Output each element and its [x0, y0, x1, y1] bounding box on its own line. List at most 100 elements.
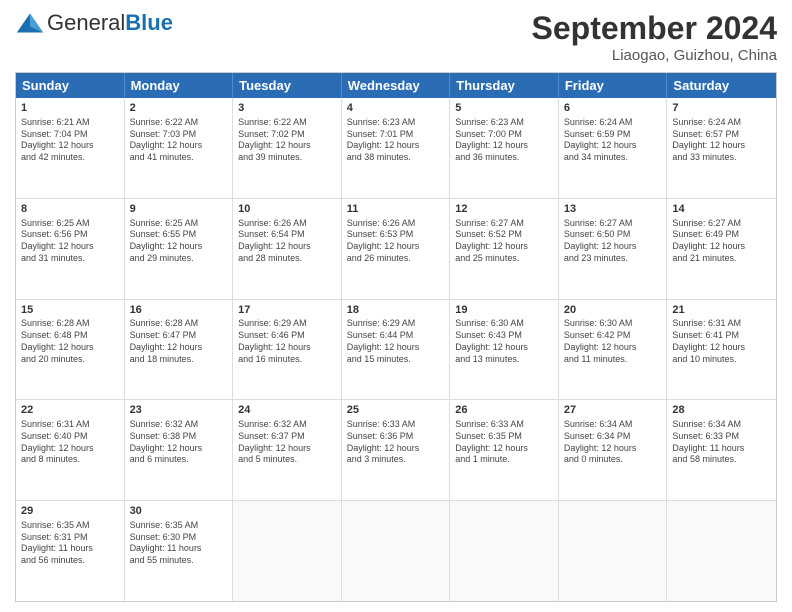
day-number: 18 [347, 303, 445, 318]
day-number: 21 [672, 303, 771, 318]
day-number: 1 [21, 101, 119, 116]
day-info: Sunrise: 6:35 AM Sunset: 6:31 PM Dayligh… [21, 520, 119, 567]
table-row: 2Sunrise: 6:22 AM Sunset: 7:03 PM Daylig… [125, 98, 234, 198]
day-number: 10 [238, 202, 336, 217]
day-number: 12 [455, 202, 553, 217]
table-row: 17Sunrise: 6:29 AM Sunset: 6:46 PM Dayli… [233, 300, 342, 400]
day-info: Sunrise: 6:22 AM Sunset: 7:03 PM Dayligh… [130, 117, 228, 164]
day-number: 17 [238, 303, 336, 318]
table-row: 14Sunrise: 6:27 AM Sunset: 6:49 PM Dayli… [667, 199, 776, 299]
day-info: Sunrise: 6:21 AM Sunset: 7:04 PM Dayligh… [21, 117, 119, 164]
table-row: 28Sunrise: 6:34 AM Sunset: 6:33 PM Dayli… [667, 400, 776, 500]
day-info: Sunrise: 6:31 AM Sunset: 6:40 PM Dayligh… [21, 419, 119, 466]
day-info: Sunrise: 6:34 AM Sunset: 6:34 PM Dayligh… [564, 419, 662, 466]
calendar-body: 1Sunrise: 6:21 AM Sunset: 7:04 PM Daylig… [16, 98, 776, 601]
day-info: Sunrise: 6:30 AM Sunset: 6:43 PM Dayligh… [455, 318, 553, 365]
day-number: 14 [672, 202, 771, 217]
table-row: 25Sunrise: 6:33 AM Sunset: 6:36 PM Dayli… [342, 400, 451, 500]
day-info: Sunrise: 6:35 AM Sunset: 6:30 PM Dayligh… [130, 520, 228, 567]
day-info: Sunrise: 6:28 AM Sunset: 6:47 PM Dayligh… [130, 318, 228, 365]
table-row: 3Sunrise: 6:22 AM Sunset: 7:02 PM Daylig… [233, 98, 342, 198]
day-number: 8 [21, 202, 119, 217]
table-row: 26Sunrise: 6:33 AM Sunset: 6:35 PM Dayli… [450, 400, 559, 500]
table-row: 30Sunrise: 6:35 AM Sunset: 6:30 PM Dayli… [125, 501, 234, 601]
header-wednesday: Wednesday [342, 73, 451, 98]
day-info: Sunrise: 6:24 AM Sunset: 6:57 PM Dayligh… [672, 117, 771, 164]
table-row: 13Sunrise: 6:27 AM Sunset: 6:50 PM Dayli… [559, 199, 668, 299]
table-row: 6Sunrise: 6:24 AM Sunset: 6:59 PM Daylig… [559, 98, 668, 198]
location: Liaogao, Guizhou, China [532, 47, 777, 64]
day-info: Sunrise: 6:28 AM Sunset: 6:48 PM Dayligh… [21, 318, 119, 365]
day-number: 28 [672, 403, 771, 418]
logo-blue: Blue [125, 10, 173, 36]
day-number: 19 [455, 303, 553, 318]
day-number: 2 [130, 101, 228, 116]
day-number: 25 [347, 403, 445, 418]
day-info: Sunrise: 6:33 AM Sunset: 6:36 PM Dayligh… [347, 419, 445, 466]
table-row [559, 501, 668, 601]
header: GeneralBlue September 2024 Liaogao, Guiz… [15, 10, 777, 64]
day-number: 9 [130, 202, 228, 217]
day-info: Sunrise: 6:25 AM Sunset: 6:55 PM Dayligh… [130, 218, 228, 265]
header-friday: Friday [559, 73, 668, 98]
table-row: 12Sunrise: 6:27 AM Sunset: 6:52 PM Dayli… [450, 199, 559, 299]
day-number: 16 [130, 303, 228, 318]
header-saturday: Saturday [667, 73, 776, 98]
table-row: 1Sunrise: 6:21 AM Sunset: 7:04 PM Daylig… [16, 98, 125, 198]
table-row [342, 501, 451, 601]
logo-icon [15, 12, 45, 34]
page: GeneralBlue September 2024 Liaogao, Guiz… [0, 0, 792, 612]
table-row: 8Sunrise: 6:25 AM Sunset: 6:56 PM Daylig… [16, 199, 125, 299]
table-row [233, 501, 342, 601]
header-sunday: Sunday [16, 73, 125, 98]
day-number: 6 [564, 101, 662, 116]
day-info: Sunrise: 6:27 AM Sunset: 6:50 PM Dayligh… [564, 218, 662, 265]
header-tuesday: Tuesday [233, 73, 342, 98]
table-row: 21Sunrise: 6:31 AM Sunset: 6:41 PM Dayli… [667, 300, 776, 400]
header-monday: Monday [125, 73, 234, 98]
table-row: 20Sunrise: 6:30 AM Sunset: 6:42 PM Dayli… [559, 300, 668, 400]
table-row [450, 501, 559, 601]
week-row-4: 22Sunrise: 6:31 AM Sunset: 6:40 PM Dayli… [16, 400, 776, 501]
month-title: September 2024 [532, 10, 777, 47]
day-info: Sunrise: 6:23 AM Sunset: 7:00 PM Dayligh… [455, 117, 553, 164]
day-info: Sunrise: 6:33 AM Sunset: 6:35 PM Dayligh… [455, 419, 553, 466]
table-row: 19Sunrise: 6:30 AM Sunset: 6:43 PM Dayli… [450, 300, 559, 400]
day-info: Sunrise: 6:27 AM Sunset: 6:49 PM Dayligh… [672, 218, 771, 265]
day-info: Sunrise: 6:32 AM Sunset: 6:38 PM Dayligh… [130, 419, 228, 466]
week-row-2: 8Sunrise: 6:25 AM Sunset: 6:56 PM Daylig… [16, 199, 776, 300]
day-info: Sunrise: 6:26 AM Sunset: 6:54 PM Dayligh… [238, 218, 336, 265]
logo: GeneralBlue [15, 10, 173, 36]
day-number: 24 [238, 403, 336, 418]
table-row: 7Sunrise: 6:24 AM Sunset: 6:57 PM Daylig… [667, 98, 776, 198]
day-info: Sunrise: 6:24 AM Sunset: 6:59 PM Dayligh… [564, 117, 662, 164]
table-row: 5Sunrise: 6:23 AM Sunset: 7:00 PM Daylig… [450, 98, 559, 198]
day-number: 3 [238, 101, 336, 116]
title-block: September 2024 Liaogao, Guizhou, China [532, 10, 777, 64]
day-number: 11 [347, 202, 445, 217]
week-row-1: 1Sunrise: 6:21 AM Sunset: 7:04 PM Daylig… [16, 98, 776, 199]
table-row: 23Sunrise: 6:32 AM Sunset: 6:38 PM Dayli… [125, 400, 234, 500]
day-info: Sunrise: 6:30 AM Sunset: 6:42 PM Dayligh… [564, 318, 662, 365]
day-number: 23 [130, 403, 228, 418]
day-number: 5 [455, 101, 553, 116]
day-info: Sunrise: 6:26 AM Sunset: 6:53 PM Dayligh… [347, 218, 445, 265]
day-number: 15 [21, 303, 119, 318]
table-row: 9Sunrise: 6:25 AM Sunset: 6:55 PM Daylig… [125, 199, 234, 299]
day-info: Sunrise: 6:32 AM Sunset: 6:37 PM Dayligh… [238, 419, 336, 466]
calendar: Sunday Monday Tuesday Wednesday Thursday… [15, 72, 777, 602]
day-info: Sunrise: 6:31 AM Sunset: 6:41 PM Dayligh… [672, 318, 771, 365]
week-row-3: 15Sunrise: 6:28 AM Sunset: 6:48 PM Dayli… [16, 300, 776, 401]
day-info: Sunrise: 6:22 AM Sunset: 7:02 PM Dayligh… [238, 117, 336, 164]
table-row: 10Sunrise: 6:26 AM Sunset: 6:54 PM Dayli… [233, 199, 342, 299]
day-info: Sunrise: 6:29 AM Sunset: 6:44 PM Dayligh… [347, 318, 445, 365]
day-number: 7 [672, 101, 771, 116]
table-row: 27Sunrise: 6:34 AM Sunset: 6:34 PM Dayli… [559, 400, 668, 500]
table-row: 18Sunrise: 6:29 AM Sunset: 6:44 PM Dayli… [342, 300, 451, 400]
day-info: Sunrise: 6:25 AM Sunset: 6:56 PM Dayligh… [21, 218, 119, 265]
table-row: 24Sunrise: 6:32 AM Sunset: 6:37 PM Dayli… [233, 400, 342, 500]
day-number: 13 [564, 202, 662, 217]
day-info: Sunrise: 6:34 AM Sunset: 6:33 PM Dayligh… [672, 419, 771, 466]
week-row-5: 29Sunrise: 6:35 AM Sunset: 6:31 PM Dayli… [16, 501, 776, 601]
day-number: 27 [564, 403, 662, 418]
